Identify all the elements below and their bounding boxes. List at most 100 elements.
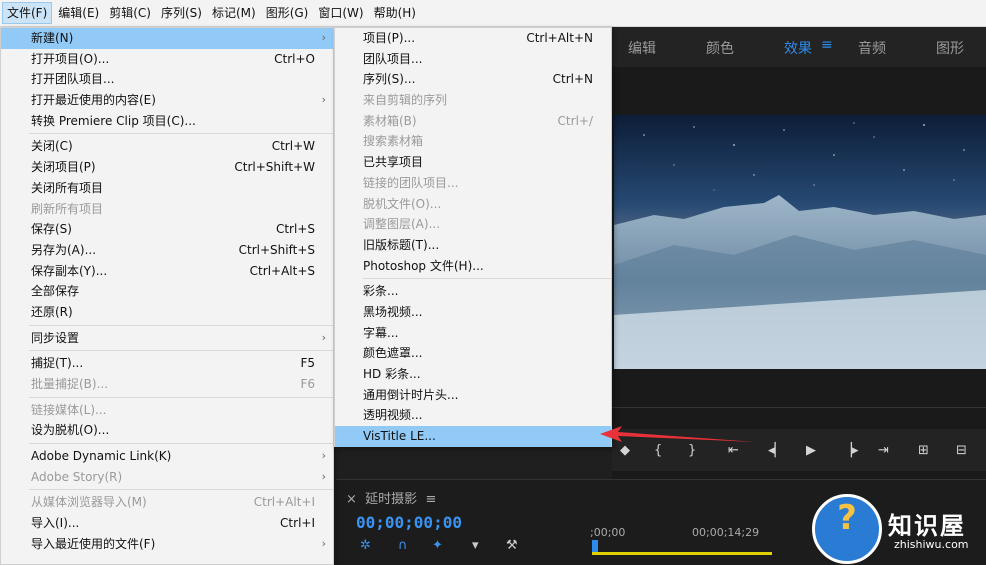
file-close-all[interactable]: 关闭所有项目 <box>1 178 333 199</box>
workspace-tabs: 编辑 颜色 效果 ≡ 音频 图形 <box>606 27 986 67</box>
new-team-project[interactable]: 团队项目... <box>335 49 611 70</box>
file-close[interactable]: 关闭(C) Ctrl+W <box>1 136 333 157</box>
chevron-right-icon: › <box>321 31 326 44</box>
marker-tool-icon[interactable]: ▾ <box>472 538 479 553</box>
tab-graphics[interactable]: 图形 <box>936 38 964 58</box>
annotation-arrow-icon <box>600 426 756 442</box>
tab-effects[interactable]: 效果 <box>784 38 812 58</box>
chevron-right-icon: › <box>321 536 326 550</box>
step-back-icon[interactable]: ◂▏ <box>768 443 785 458</box>
menu-window[interactable]: 窗口(W) <box>314 2 367 24</box>
new-sequence-from-clip: 来自剪辑的序列 <box>363 93 448 108</box>
file-refresh-all: 刷新所有项目 <box>31 201 104 216</box>
step-forward-icon[interactable]: ▕▸ <box>842 443 859 458</box>
panel-menu-icon[interactable]: ≡ <box>425 492 436 507</box>
menu-marker[interactable]: 标记(M) <box>208 2 260 24</box>
new-countdown-leader[interactable]: 通用倒计时片头... <box>335 385 611 406</box>
new-hd-bars[interactable]: HD 彩条... <box>335 364 611 385</box>
menu-help[interactable]: 帮助(H) <box>370 2 420 24</box>
tab-color[interactable]: 颜色 <box>706 38 734 58</box>
menu-divider <box>29 350 333 352</box>
file-save[interactable]: 保存(S) Ctrl+S <box>1 219 333 240</box>
file-batch-capture: 批量捕捉(B)... F6 <box>31 377 315 391</box>
add-marker-icon[interactable]: ✦ <box>432 538 443 553</box>
file-save-as[interactable]: 另存为(A)... Ctrl+Shift+S <box>1 240 333 261</box>
play-icon[interactable]: ▶ <box>806 443 816 458</box>
watermark-url: zhishiwu.com <box>894 538 969 551</box>
file-new[interactable]: 新建(N) › <box>1 28 333 49</box>
menu-file[interactable]: 文件(F) <box>2 2 53 24</box>
menu-divider <box>29 133 333 135</box>
file-close-project[interactable]: 关闭项目(P) Ctrl+Shift+W <box>1 157 333 178</box>
timeline-tab[interactable]: × 延时摄影 ≡ <box>346 488 436 507</box>
playhead[interactable] <box>592 540 598 552</box>
file-import-recent[interactable]: 导入最近使用的文件(F) › <box>1 534 333 555</box>
watermark: ? 知识屋 zhishiwu.com <box>812 488 986 565</box>
menu-icon[interactable]: ≡ <box>821 37 833 53</box>
chevron-right-icon: › <box>321 330 326 344</box>
overwrite-icon[interactable]: ⊟ <box>956 443 967 458</box>
snap-icon[interactable]: ✲ <box>360 538 371 553</box>
chevron-right-icon: › <box>321 93 326 107</box>
menu-clip[interactable]: 剪辑(C) <box>105 2 155 24</box>
file-revert[interactable]: 还原(R) <box>1 302 333 323</box>
file-open-team-project[interactable]: 打开团队项目... <box>1 69 333 90</box>
linked-selection-icon[interactable]: ∩ <box>398 538 408 553</box>
file-save-copy[interactable]: 保存副本(Y)... Ctrl+Alt+S <box>1 261 333 282</box>
new-search-bin: 搜索素材箱 <box>363 134 424 149</box>
file-adobe-story: Adobe Story(R) › <box>1 467 333 488</box>
new-shared-project[interactable]: 已共享项目 <box>335 152 611 173</box>
new-black-video[interactable]: 黑场视频... <box>335 302 611 323</box>
timeline-tick-mid: 00;00;14;29 <box>692 526 760 539</box>
new-sequence[interactable]: 序列(S)... Ctrl+N <box>335 69 611 90</box>
question-mark-icon: ? <box>837 498 857 538</box>
new-vistitle-le[interactable]: VisTitle LE... <box>335 426 611 447</box>
new-project[interactable]: 项目(P)... Ctrl+Alt+N <box>335 28 611 49</box>
video-frame <box>614 115 986 369</box>
watermark-brand: 知识屋 <box>888 512 966 540</box>
file-sync-settings[interactable]: 同步设置 › <box>1 328 333 349</box>
menu-edit[interactable]: 编辑(E) <box>54 2 103 24</box>
file-open-recent[interactable]: 打开最近使用的内容(E) › <box>1 90 333 111</box>
new-bars-and-tone[interactable]: 彩条... <box>335 281 611 302</box>
file-link-media: 链接媒体(L)... <box>31 402 107 417</box>
tab-edit[interactable]: 编辑 <box>628 38 656 58</box>
file-convert-clip[interactable]: 转换 Premiere Clip 项目(C)... <box>1 111 333 132</box>
new-photoshop-file[interactable]: Photoshop 文件(H)... <box>335 256 611 277</box>
new-submenu: 项目(P)... Ctrl+Alt+N 团队项目... 序列(S)... Ctrl+… <box>334 27 612 447</box>
file-dynamic-link[interactable]: Adobe Dynamic Link(K) › <box>1 446 333 467</box>
new-captions[interactable]: 字幕... <box>335 323 611 344</box>
menu-sequence[interactable]: 序列(S) <box>157 2 206 24</box>
file-capture[interactable]: 捕捉(T)... F5 <box>1 353 333 374</box>
close-icon[interactable]: × <box>346 492 357 507</box>
new-color-matte[interactable]: 颜色遮罩... <box>335 343 611 364</box>
file-make-offline[interactable]: 设为脱机(O)... <box>1 420 333 441</box>
new-transparent-video[interactable]: 透明视频... <box>335 405 611 426</box>
timeline-title: 延时摄影 <box>365 492 418 507</box>
menu-divider <box>29 489 333 491</box>
new-bin: 素材箱(B) Ctrl+/ <box>363 113 593 128</box>
new-linked-team-project: 链接的团队项目... <box>363 175 459 190</box>
menu-divider <box>29 396 333 398</box>
chevron-right-icon: › <box>321 449 326 463</box>
file-menu: 新建(N) › 打开项目(O)... Ctrl+O 打开团队项目... 打开最近使用… <box>0 27 334 565</box>
file-import[interactable]: 导入(I)... Ctrl+I <box>1 513 333 534</box>
tab-audio[interactable]: 音频 <box>858 38 886 58</box>
work-area-bar[interactable] <box>592 552 772 555</box>
menubar: 文件(F) 编辑(E) 剪辑(C) 序列(S) 标记(M) 图形(G) 窗口(W… <box>0 0 986 27</box>
menu-divider <box>29 324 333 326</box>
chevron-right-icon: › <box>321 469 326 483</box>
menu-divider <box>29 443 333 445</box>
timeline-timecode[interactable]: 00;00;00;00 <box>356 513 462 532</box>
insert-icon[interactable]: ⊞ <box>918 443 929 458</box>
go-to-out-icon[interactable]: ⇥ <box>878 443 889 458</box>
new-adjustment-layer: 调整图层(A)... <box>363 217 441 232</box>
file-save-all[interactable]: 全部保存 <box>1 281 333 302</box>
new-offline-file: 脱机文件(O)... <box>363 196 442 211</box>
wrench-icon[interactable]: ⚒ <box>506 538 518 553</box>
file-import-from-browser: 从媒体浏览器导入(M) Ctrl+Alt+I <box>31 495 315 510</box>
file-open-project[interactable]: 打开项目(O)... Ctrl+O <box>1 49 333 70</box>
timeline-tick-start: ;00;00 <box>590 526 626 539</box>
menu-graphics[interactable]: 图形(G) <box>262 2 313 24</box>
new-legacy-title[interactable]: 旧版标题(T)... <box>335 235 611 256</box>
